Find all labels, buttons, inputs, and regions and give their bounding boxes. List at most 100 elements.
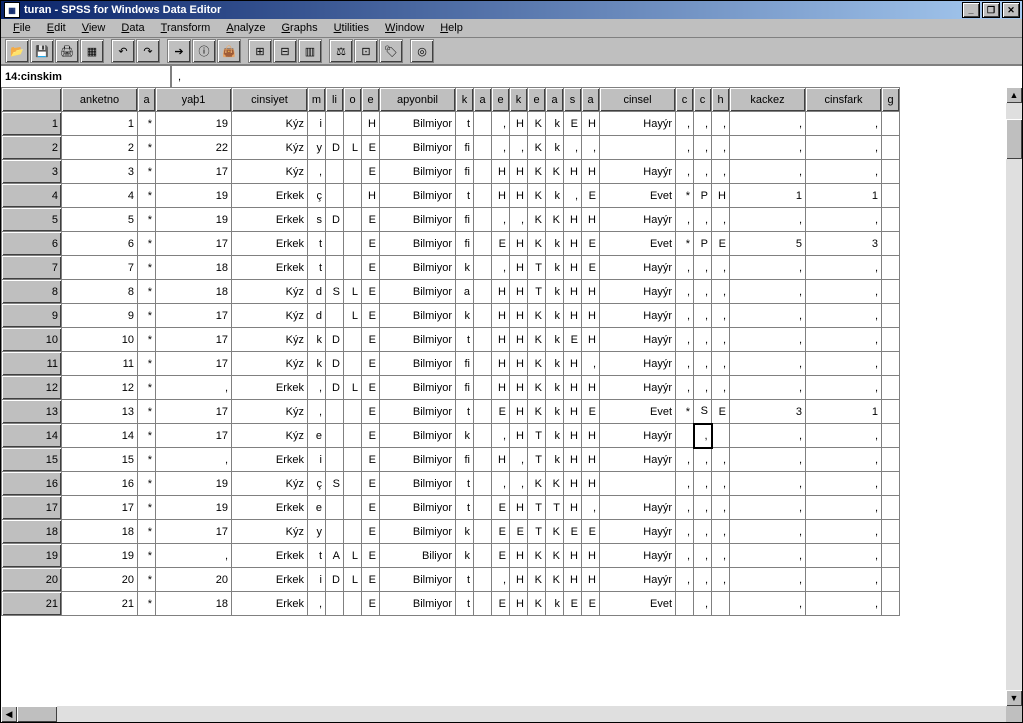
data-cell[interactable]: , (308, 376, 326, 400)
data-cell[interactable]: * (138, 256, 156, 280)
data-cell[interactable]: t (456, 184, 474, 208)
data-cell[interactable] (712, 424, 730, 448)
data-cell[interactable]: , (492, 112, 510, 136)
column-header[interactable]: c (676, 88, 694, 112)
menu-utilities[interactable]: Utilities (326, 20, 377, 36)
data-cell[interactable]: Bilmiyor (380, 448, 456, 472)
data-cell[interactable]: d (308, 280, 326, 304)
data-cell[interactable]: K (546, 568, 564, 592)
data-cell[interactable]: K (528, 544, 546, 568)
data-cell[interactable]: , (676, 328, 694, 352)
data-cell[interactable]: , (712, 160, 730, 184)
data-cell[interactable]: Bilmiyor (380, 280, 456, 304)
data-cell[interactable]: , (712, 256, 730, 280)
data-cell[interactable]: , (730, 136, 806, 160)
data-cell[interactable]: , (712, 520, 730, 544)
data-cell[interactable]: K (528, 592, 546, 616)
data-cell[interactable]: H (582, 280, 600, 304)
column-header[interactable]: o (344, 88, 362, 112)
data-cell[interactable]: , (676, 352, 694, 376)
data-cell[interactable]: 19 (156, 184, 232, 208)
data-cell[interactable]: , (676, 256, 694, 280)
data-cell[interactable]: , (712, 208, 730, 232)
data-cell[interactable]: , (492, 256, 510, 280)
data-cell[interactable]: Hayýr (600, 160, 676, 184)
data-cell[interactable]: 14 (62, 424, 138, 448)
data-cell[interactable]: y (308, 136, 326, 160)
data-cell[interactable]: fi (456, 208, 474, 232)
data-cell[interactable] (882, 520, 900, 544)
data-cell[interactable]: L (344, 376, 362, 400)
data-cell[interactable]: t (456, 400, 474, 424)
data-cell[interactable]: H (582, 568, 600, 592)
data-cell[interactable]: E (582, 184, 600, 208)
data-cell[interactable]: E (582, 520, 600, 544)
data-cell[interactable]: , (694, 304, 712, 328)
data-cell[interactable] (882, 352, 900, 376)
data-cell[interactable]: H (712, 184, 730, 208)
menu-edit[interactable]: Edit (39, 20, 74, 36)
scroll-thumb-horizontal[interactable] (17, 706, 57, 722)
data-cell[interactable]: Hayýr (600, 568, 676, 592)
data-cell[interactable]: Bilmiyor (380, 568, 456, 592)
data-cell[interactable]: Bilmiyor (380, 112, 456, 136)
data-cell[interactable]: , (730, 160, 806, 184)
data-cell[interactable] (326, 184, 344, 208)
data-cell[interactable] (474, 328, 492, 352)
data-cell[interactable] (882, 496, 900, 520)
data-cell[interactable]: , (694, 448, 712, 472)
data-cell[interactable]: , (510, 472, 528, 496)
data-cell[interactable] (676, 424, 694, 448)
data-cell[interactable]: t (456, 568, 474, 592)
data-cell[interactable]: H (510, 160, 528, 184)
column-header[interactable]: anketno (62, 88, 138, 112)
data-cell[interactable]: , (730, 520, 806, 544)
data-cell[interactable]: L (344, 136, 362, 160)
row-header[interactable]: 3 (2, 160, 62, 184)
select-cases-icon[interactable]: ⊡ (354, 39, 378, 63)
data-cell[interactable]: H (510, 352, 528, 376)
close-button[interactable]: ✕ (1002, 2, 1020, 18)
data-cell[interactable]: , (712, 352, 730, 376)
data-cell[interactable] (882, 400, 900, 424)
data-cell[interactable]: , (712, 448, 730, 472)
data-cell[interactable]: e (308, 496, 326, 520)
data-cell[interactable]: , (676, 472, 694, 496)
data-cell[interactable]: t (308, 256, 326, 280)
data-cell[interactable]: , (308, 160, 326, 184)
row-header[interactable]: 13 (2, 400, 62, 424)
data-cell[interactable]: Kýz (232, 304, 308, 328)
data-cell[interactable]: , (694, 544, 712, 568)
data-cell[interactable]: 20 (62, 568, 138, 592)
data-cell[interactable] (882, 376, 900, 400)
row-header[interactable]: 6 (2, 232, 62, 256)
data-cell[interactable]: , (730, 304, 806, 328)
data-cell[interactable]: k (456, 520, 474, 544)
data-cell[interactable]: H (510, 232, 528, 256)
row-header[interactable]: 14 (2, 424, 62, 448)
data-cell[interactable]: H (510, 424, 528, 448)
data-cell[interactable]: 6 (62, 232, 138, 256)
data-cell[interactable] (474, 136, 492, 160)
row-header[interactable]: 1 (2, 112, 62, 136)
data-cell[interactable]: E (582, 256, 600, 280)
dialog-recall-icon[interactable]: ▦ (80, 39, 104, 63)
data-cell[interactable]: H (582, 376, 600, 400)
column-header[interactable]: k (456, 88, 474, 112)
data-cell[interactable]: , (308, 592, 326, 616)
data-cell[interactable]: Evet (600, 592, 676, 616)
data-cell[interactable]: k (308, 352, 326, 376)
data-cell[interactable]: Bilmiyor (380, 376, 456, 400)
row-header[interactable]: 16 (2, 472, 62, 496)
data-cell[interactable]: K (528, 400, 546, 424)
data-cell[interactable]: H (564, 160, 582, 184)
data-cell[interactable] (474, 232, 492, 256)
data-cell[interactable]: fi (456, 352, 474, 376)
data-cell[interactable]: 19 (156, 472, 232, 496)
data-cell[interactable]: H (510, 256, 528, 280)
insert-case-icon[interactable]: ⊞ (248, 39, 272, 63)
column-header[interactable]: a (138, 88, 156, 112)
data-cell[interactable] (344, 160, 362, 184)
data-cell[interactable]: , (582, 352, 600, 376)
horizontal-scrollbar[interactable]: ◀ ▶ (1, 706, 1022, 722)
